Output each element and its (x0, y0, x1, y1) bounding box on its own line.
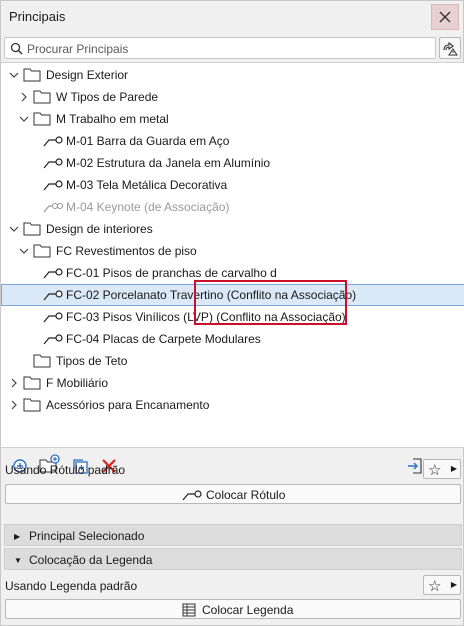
window-title: Principais (9, 9, 66, 24)
keynote-leader-icon (182, 490, 202, 501)
tree-row-design-de-interiores[interactable]: Design de interiores (1, 218, 464, 240)
star-icon: ☆ (428, 462, 442, 479)
search-placeholder: Procurar Principais (27, 42, 129, 56)
keynote-tree: Design Exterior W Tipos de Parede M Trab… (1, 62, 464, 448)
tree-row-tipos-de-teto[interactable]: Tipos de Teto (1, 350, 464, 372)
tree-label: FC-01 Pisos de pranchas de carvalho d (66, 266, 277, 280)
tree-row-m-01[interactable]: M-01 Barra da Guarda em Aço (1, 130, 464, 152)
close-button[interactable] (431, 4, 459, 30)
accordion-selected-keynote[interactable]: ▶ Principal Selecionado (4, 524, 462, 546)
tree-row-f-mobiliario[interactable]: F Mobiliário (1, 372, 464, 394)
triangle-right-icon: ▶ (450, 580, 457, 589)
tree-row-design-exterior[interactable]: Design Exterior (1, 64, 464, 86)
folder-icon (23, 68, 41, 82)
keynote-leader-icon (43, 290, 63, 301)
keynote-leader-icon (43, 180, 63, 191)
folder-icon (23, 398, 41, 412)
chevron-right-icon[interactable] (9, 378, 19, 388)
chevron-right-icon[interactable] (19, 92, 29, 102)
tree-label: Design de interiores (46, 222, 153, 236)
folder-icon (23, 376, 41, 390)
chevron-right-icon[interactable] (9, 400, 19, 410)
label-favorites-button[interactable]: ☆ ▶ (423, 459, 461, 479)
triangle-right-icon: ▶ (14, 532, 21, 541)
tree-label: Design Exterior (46, 68, 129, 82)
triangle-right-icon: ▶ (450, 464, 457, 473)
star-icon: ☆ (428, 578, 442, 595)
tree-row-w-tipos-de-parede[interactable]: W Tipos de Parede (1, 86, 464, 108)
tree-label: M-01 Barra da Guarda em Aço (66, 134, 230, 148)
tree-label: FC Revestimentos de piso (56, 244, 197, 258)
folder-icon (23, 222, 41, 236)
tree-label: Tipos de Teto (56, 354, 128, 368)
keynote-settings-button[interactable] (439, 37, 461, 59)
tree-label: M Trabalho em metal (56, 112, 169, 126)
keynote-warning-icon (443, 41, 458, 56)
legend-table-icon (182, 603, 196, 617)
keynote-leader-icon (43, 158, 63, 169)
tree-row-fc-04[interactable]: FC-04 Placas de Carpete Modulares (1, 328, 464, 350)
accordion-label: Colocação da Legenda (29, 553, 153, 567)
keynotes-panel: Procurar Principais Design Exterior W Ti… (0, 32, 464, 626)
chevron-down-icon[interactable] (9, 224, 19, 234)
place-legend-text: Colocar Legenda (202, 603, 294, 617)
legend-status: Usando Legenda padrão (5, 579, 138, 593)
tree-row-m-04[interactable]: M-04 Keynote (de Associação) (1, 196, 464, 218)
tree-label: M-03 Tela Metálica Decorativa (66, 178, 228, 192)
folder-icon (33, 112, 51, 126)
conflict-highlight-box (194, 280, 347, 325)
triangle-down-icon: ▼ (14, 556, 22, 565)
tree-label: FC-04 Placas de Carpete Modulares (66, 332, 261, 346)
keynote-leader-icon (43, 136, 63, 147)
accordion-label: Principal Selecionado (29, 529, 145, 543)
search-icon (10, 42, 23, 55)
folder-icon (33, 90, 51, 104)
tree-label: M-04 Keynote (de Associação) (66, 200, 230, 214)
keynote-leader-icon (43, 334, 63, 345)
chevron-down-icon[interactable] (19, 246, 29, 256)
accordion-legend-placement[interactable]: ▼ Colocação da Legenda (4, 548, 462, 570)
place-label-text: Colocar Rótulo (206, 488, 286, 502)
place-label-button[interactable]: Colocar Rótulo (5, 484, 461, 504)
keynote-leader-icon (43, 312, 63, 323)
tree-row-acessorios[interactable]: Acessórios para Encanamento (1, 394, 464, 416)
tree-label: F Mobiliário (46, 376, 109, 390)
tree-row-m-02[interactable]: M-02 Estrutura da Janela em Alumínio (1, 152, 464, 174)
tree-row-fc-revestimentos[interactable]: FC Revestimentos de piso (1, 240, 464, 262)
chevron-down-icon[interactable] (9, 70, 19, 80)
folder-icon (33, 354, 51, 368)
legend-favorites-button[interactable]: ☆ ▶ (423, 575, 461, 595)
tree-label: Acessórios para Encanamento (46, 398, 210, 412)
tree-row-m-trabalho-em-metal[interactable]: M Trabalho em metal (1, 108, 464, 130)
tree-label: M-02 Estrutura da Janela em Alumínio (66, 156, 271, 170)
keynote-leader-icon (43, 268, 63, 279)
folder-icon (33, 244, 51, 258)
tree-label: W Tipos de Parede (56, 90, 159, 104)
tree-row-m-03[interactable]: M-03 Tela Metálica Decorativa (1, 174, 464, 196)
chevron-down-icon[interactable] (19, 114, 29, 124)
search-input[interactable]: Procurar Principais (4, 37, 436, 59)
link-keynote-icon (43, 202, 63, 213)
label-status: Usando Rótulo padrão (5, 463, 126, 477)
place-legend-button[interactable]: Colocar Legenda (5, 599, 461, 619)
close-icon (439, 11, 451, 23)
title-bar: Principais (0, 0, 464, 32)
